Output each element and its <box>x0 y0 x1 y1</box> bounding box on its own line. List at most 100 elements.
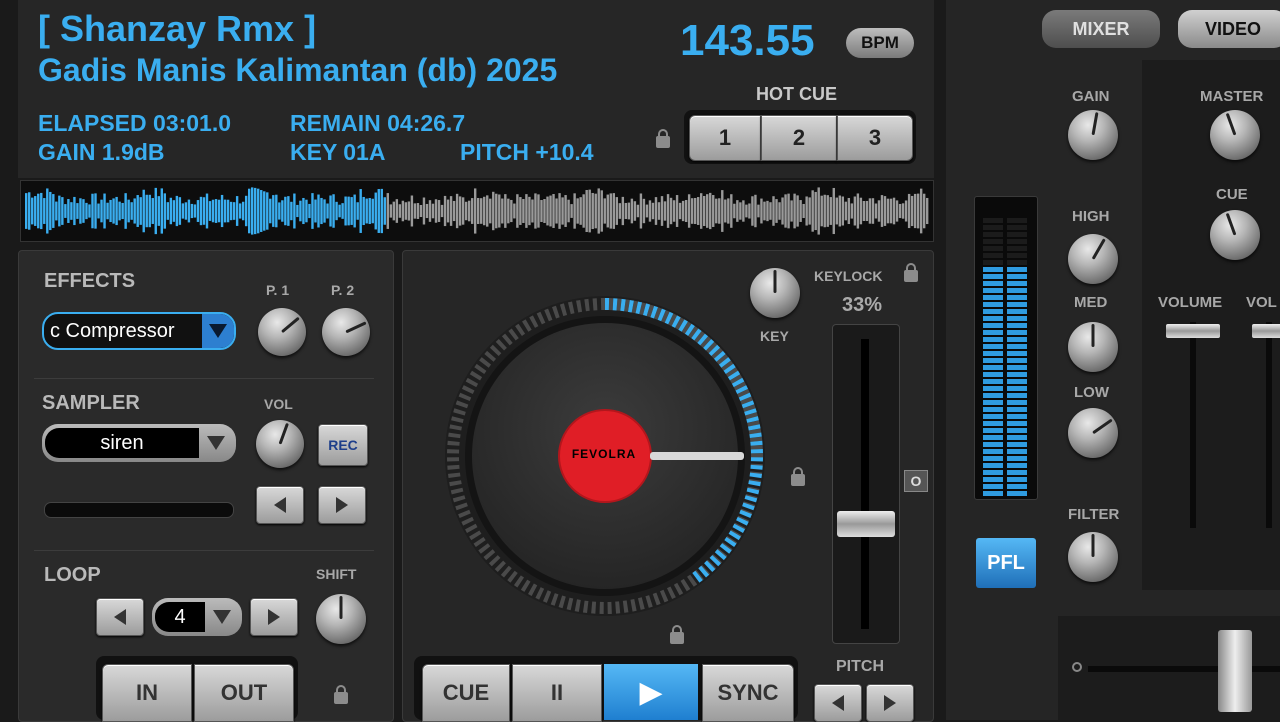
waveform-bar <box>669 197 673 225</box>
waveform-bar <box>145 194 148 228</box>
pfl-button[interactable]: PFL <box>976 538 1036 588</box>
waveform-bar <box>109 199 112 223</box>
waveform-bar <box>564 195 567 227</box>
vu-segment <box>1007 239 1027 244</box>
hot-cue-1-button[interactable]: 1 <box>689 115 761 161</box>
low-eq-knob[interactable] <box>1068 408 1118 458</box>
pitch-lock-icon[interactable] <box>791 467 805 486</box>
waveform-bar <box>895 200 899 222</box>
vu-segment <box>983 337 1003 342</box>
waveform-bar <box>278 202 281 220</box>
waveform-bar <box>495 193 498 229</box>
sync-button[interactable]: SYNC <box>702 664 794 722</box>
waveform-bar <box>886 198 890 224</box>
filter-knob[interactable] <box>1068 532 1118 582</box>
master-knob[interactable] <box>1210 110 1260 160</box>
tab-video[interactable]: VIDEO <box>1178 10 1280 48</box>
sampler-prev-button[interactable] <box>256 486 304 524</box>
cue-mix-knob[interactable] <box>1210 210 1260 260</box>
effect-select[interactable]: c Compressor <box>42 312 236 350</box>
waveform[interactable] <box>20 180 934 242</box>
vu-segment <box>1007 442 1027 447</box>
loop-prev-button[interactable] <box>96 598 144 636</box>
med-eq-knob[interactable] <box>1068 322 1118 372</box>
waveform-bar <box>543 199 546 223</box>
vu-segment <box>983 267 1003 272</box>
bpm-button[interactable]: BPM <box>846 28 914 58</box>
sampler-progress <box>44 502 234 518</box>
sampler-select[interactable]: siren <box>42 424 236 462</box>
waveform-bar <box>244 195 248 227</box>
waveform-bar <box>489 198 492 224</box>
waveform-bar <box>811 190 814 232</box>
volume-fader[interactable] <box>1166 322 1220 528</box>
pitch-down-button[interactable] <box>814 684 862 722</box>
volume2-fader[interactable] <box>1252 322 1280 528</box>
cue-button[interactable]: CUE <box>422 664 510 722</box>
lock-icon[interactable] <box>334 685 348 704</box>
pitch-slider-track[interactable] <box>832 324 900 644</box>
waveform-bar <box>760 198 763 224</box>
loop-next-button[interactable] <box>250 598 298 636</box>
pause-button[interactable]: II <box>512 664 602 722</box>
bpm-value: 143.55 <box>680 16 815 65</box>
waveform-bar <box>805 196 808 226</box>
vu-segment <box>983 330 1003 335</box>
waveform-bar <box>675 195 679 227</box>
waveform-bar <box>392 201 396 221</box>
waveform-bar <box>121 202 124 220</box>
effect-p2-knob[interactable] <box>322 308 370 356</box>
crossfader-handle[interactable] <box>1218 630 1252 712</box>
vu-segment <box>1007 365 1027 370</box>
waveform-bar <box>37 193 40 229</box>
lock-icon[interactable] <box>656 129 670 148</box>
high-eq-knob[interactable] <box>1068 234 1118 284</box>
waveform-bar <box>835 197 838 225</box>
waveform-bar <box>25 193 28 229</box>
play-button[interactable]: ▶ <box>604 664 698 720</box>
sampler-next-button[interactable] <box>318 486 366 524</box>
pitch-slider-handle[interactable] <box>837 511 895 537</box>
waveform-bar <box>284 196 287 226</box>
sampler-vol-label: VOL <box>264 396 293 412</box>
hot-cue-3-button[interactable]: 3 <box>837 115 913 161</box>
waveform-bar <box>808 197 811 225</box>
volume2-fader-groove <box>1266 322 1272 528</box>
sampler-vol-knob[interactable] <box>256 420 304 468</box>
waveform-bar <box>43 198 46 224</box>
waveform-bar <box>416 203 420 219</box>
waveform-bar <box>636 204 640 218</box>
waveform-bar <box>34 196 37 226</box>
gain-knob[interactable] <box>1068 110 1118 160</box>
track-title: Gadis Manis Kalimantan (db) 2025 <box>38 52 558 88</box>
lock-icon[interactable] <box>670 625 684 644</box>
waveform-bar <box>287 196 290 226</box>
waveform-bar <box>486 195 489 227</box>
vu-segment <box>983 421 1003 426</box>
shift-knob[interactable] <box>316 594 366 644</box>
volume2-fader-handle[interactable] <box>1252 324 1280 338</box>
waveform-bar <box>724 199 727 223</box>
waveform-bar <box>169 197 173 225</box>
crossfader[interactable] <box>1058 616 1280 720</box>
vu-segment <box>1007 484 1027 489</box>
volume-fader-handle[interactable] <box>1166 324 1220 338</box>
loop-in-button[interactable]: IN <box>102 664 192 722</box>
waveform-bar <box>663 201 667 221</box>
waveform-bar <box>275 194 278 228</box>
waveform-bar <box>133 198 136 224</box>
hot-cue-2-button[interactable]: 2 <box>761 115 837 161</box>
pitch-reset-button[interactable]: O <box>904 470 928 492</box>
effect-p1-knob[interactable] <box>258 308 306 356</box>
keylock-lock-icon[interactable] <box>904 263 918 282</box>
loop-out-button[interactable]: OUT <box>194 664 294 722</box>
waveform-bar <box>193 204 197 218</box>
tab-mixer[interactable]: MIXER <box>1042 10 1160 48</box>
loop-size-select[interactable]: 4 <box>152 598 242 636</box>
pitch-up-button[interactable] <box>866 684 914 722</box>
loop-label: LOOP <box>44 564 101 586</box>
waveform-bar <box>877 200 881 222</box>
waveform-bar <box>892 197 896 225</box>
key-knob[interactable] <box>750 268 800 318</box>
rec-button[interactable]: REC <box>318 424 368 466</box>
